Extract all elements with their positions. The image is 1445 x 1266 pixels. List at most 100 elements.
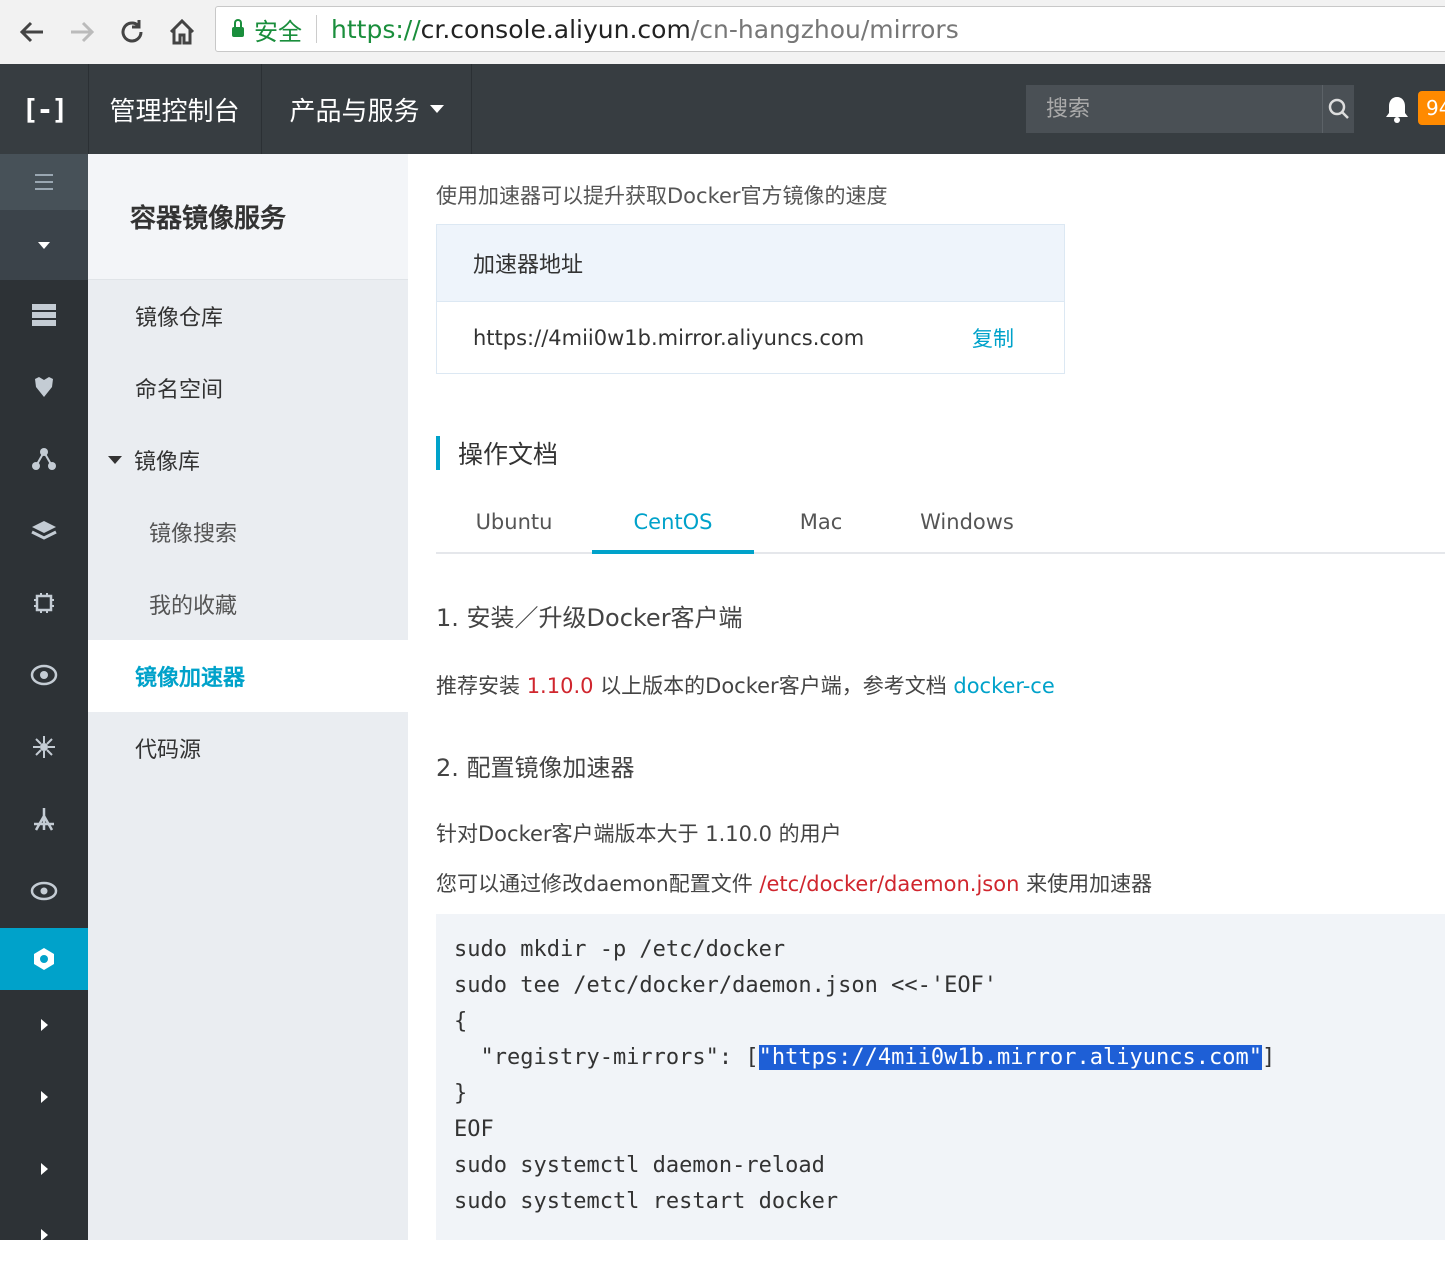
url-path: /cn-hangzhou/mirrors xyxy=(690,14,959,44)
url-scheme: https:// xyxy=(331,14,421,44)
step2-line1: 针对Docker客户端版本大于 1.10.0 的用户 xyxy=(436,822,842,846)
menu-toggle[interactable] xyxy=(0,154,88,210)
copy-button[interactable]: 复制 xyxy=(972,323,1014,353)
sidebar-item-label: 镜像加速器 xyxy=(135,666,246,691)
products-menu[interactable]: 产品与服务 xyxy=(262,64,472,154)
tab-label: Ubuntu xyxy=(475,510,553,534)
arrow-left-icon xyxy=(19,21,43,43)
code-line: sudo tee /etc/docker/daemon.json <<-'EOF… xyxy=(454,973,998,998)
rail-expand-1[interactable] xyxy=(0,994,88,1056)
selected-mirror-url[interactable]: "https://4mii0w1b.mirror.aliyuncs.com" xyxy=(758,1045,1262,1070)
rail-item-antenna[interactable] xyxy=(0,788,88,850)
rail-collapse-toggle[interactable] xyxy=(0,210,88,280)
rail-expand-3[interactable] xyxy=(0,1138,88,1200)
sidebar-item-repositories[interactable]: 镜像仓库 xyxy=(88,280,408,352)
recommended-version: 1.10.0 xyxy=(526,674,594,698)
product-icon-rail xyxy=(0,154,88,1241)
step2-line2-after: 来使用加速器 xyxy=(1019,872,1153,896)
accelerator-panel: 加速器地址 https://4mii0w1b.mirror.aliyuncs.c… xyxy=(436,224,1065,374)
rail-item-layers[interactable] xyxy=(0,500,88,562)
sidebar-item-code-source[interactable]: 代码源 xyxy=(88,712,408,784)
shield-icon xyxy=(35,377,53,397)
rail-expand-4[interactable] xyxy=(0,1204,88,1266)
sidebar-item-image-library[interactable]: 镜像库 xyxy=(88,424,408,496)
rail-item-security[interactable] xyxy=(0,356,88,418)
server-icon xyxy=(32,304,56,326)
rail-item-network[interactable] xyxy=(0,428,88,490)
url-text[interactable]: https://cr.console.aliyun.com/cn-hangzho… xyxy=(331,15,959,44)
tab-centos[interactable]: CentOS xyxy=(592,510,754,554)
container-registry-icon xyxy=(34,948,54,970)
accelerator-address[interactable]: https://4mii0w1b.mirror.aliyuncs.com xyxy=(473,326,864,350)
notification-badge[interactable]: 94 xyxy=(1418,91,1445,125)
chevron-down-icon xyxy=(429,105,444,113)
console-home-link[interactable]: 管理控制台 xyxy=(88,64,262,154)
rail-item-container-registry[interactable] xyxy=(0,928,88,990)
layers-icon xyxy=(31,521,57,540)
url-host: cr.console.aliyun.com xyxy=(420,14,691,44)
search-button[interactable] xyxy=(1322,85,1354,133)
code-line: { xyxy=(454,1009,468,1034)
sidebar-item-label: 镜像仓库 xyxy=(135,306,224,331)
tab-label: Mac xyxy=(799,510,843,534)
caret-right-icon xyxy=(40,1091,48,1103)
accelerator-header: 加速器地址 xyxy=(437,225,1064,302)
rail-item-cluster[interactable] xyxy=(0,716,88,778)
sidebar-item-mirror-accelerator[interactable]: 镜像加速器 xyxy=(88,640,408,712)
step1-title: 1. 安装／升级Docker客户端 xyxy=(436,604,743,632)
sidebar-item-label: 代码源 xyxy=(135,738,202,763)
docker-ce-link[interactable]: docker-ce xyxy=(953,674,1054,698)
back-button[interactable] xyxy=(12,12,52,52)
caret-down-icon xyxy=(38,241,50,249)
home-icon xyxy=(169,18,195,45)
sidebar-title: 容器镜像服务 xyxy=(88,154,408,280)
logo-mark: [-] xyxy=(21,92,69,126)
rail-expand-2[interactable] xyxy=(0,1066,88,1128)
code-line: sudo mkdir -p /etc/docker xyxy=(454,937,786,962)
rail-item-storage[interactable] xyxy=(0,284,88,346)
step1-text-before: 推荐安装 xyxy=(436,674,527,698)
sidebar-item-label: 镜像搜索 xyxy=(149,522,238,547)
accelerator-header-label: 加速器地址 xyxy=(473,253,584,278)
forward-button[interactable] xyxy=(62,12,102,52)
step2-title: 2. 配置镜像加速器 xyxy=(436,754,635,782)
sidebar-item-label: 命名空间 xyxy=(135,378,224,403)
sidebar-item-favorites[interactable]: 我的收藏 xyxy=(88,568,408,640)
bell-icon[interactable] xyxy=(1384,94,1410,124)
code-line: sudo systemctl restart docker xyxy=(454,1189,839,1214)
hamburger-icon xyxy=(35,174,53,190)
browser-toolbar: 安全 https://cr.console.aliyun.com/cn-hang… xyxy=(0,0,1445,65)
search-input[interactable] xyxy=(1026,84,1322,134)
sidebar-item-label: 我的收藏 xyxy=(149,594,238,619)
console-label: 管理控制台 xyxy=(109,96,240,127)
tab-ubuntu[interactable]: Ubuntu xyxy=(450,510,578,552)
code-line: sudo systemctl daemon-reload xyxy=(454,1153,825,1178)
step2-line2: 您可以通过修改daemon配置文件 /etc/docker/daemon.jso… xyxy=(436,868,1152,898)
aliyun-logo[interactable]: [-] xyxy=(0,64,89,154)
rail-item-compute[interactable] xyxy=(0,572,88,634)
arrow-right-icon xyxy=(71,21,95,43)
network-icon xyxy=(33,736,55,758)
home-button[interactable] xyxy=(162,12,202,52)
sidebar-item-image-search[interactable]: 镜像搜索 xyxy=(88,496,408,568)
main-content: 使用加速器可以提升获取Docker官方镜像的速度 加速器地址 https://4… xyxy=(408,154,1445,1240)
intro-text: 使用加速器可以提升获取Docker官方镜像的速度 xyxy=(436,184,888,208)
sidebar-item-namespaces[interactable]: 命名空间 xyxy=(88,352,408,424)
search-box xyxy=(1026,84,1354,134)
tab-windows[interactable]: Windows xyxy=(906,510,1028,552)
console-topbar: [-] 管理控制台 产品与服务 94 xyxy=(0,64,1445,154)
caret-right-icon xyxy=(40,1229,48,1241)
address-bar[interactable]: 安全 https://cr.console.aliyun.com/cn-hang… xyxy=(215,6,1445,52)
code-line-suffix: ] xyxy=(1261,1045,1276,1070)
tab-label: Windows xyxy=(920,510,1014,534)
accelerator-row: https://4mii0w1b.mirror.aliyuncs.com 复制 xyxy=(437,302,1064,374)
reload-button[interactable] xyxy=(112,12,152,52)
step1-text: 推荐安装 1.10.0 以上版本的Docker客户端，参考文档 docker-c… xyxy=(436,670,1055,700)
lock-icon xyxy=(232,19,244,37)
tab-mac[interactable]: Mac xyxy=(776,510,866,552)
docs-section-title: 操作文档 xyxy=(436,436,558,470)
code-block[interactable]: sudo mkdir -p /etc/docker sudo tee /etc/… xyxy=(436,914,1445,1240)
rail-item-monitor[interactable] xyxy=(0,644,88,706)
rail-item-view[interactable] xyxy=(0,860,88,922)
nodes-icon xyxy=(32,448,56,470)
